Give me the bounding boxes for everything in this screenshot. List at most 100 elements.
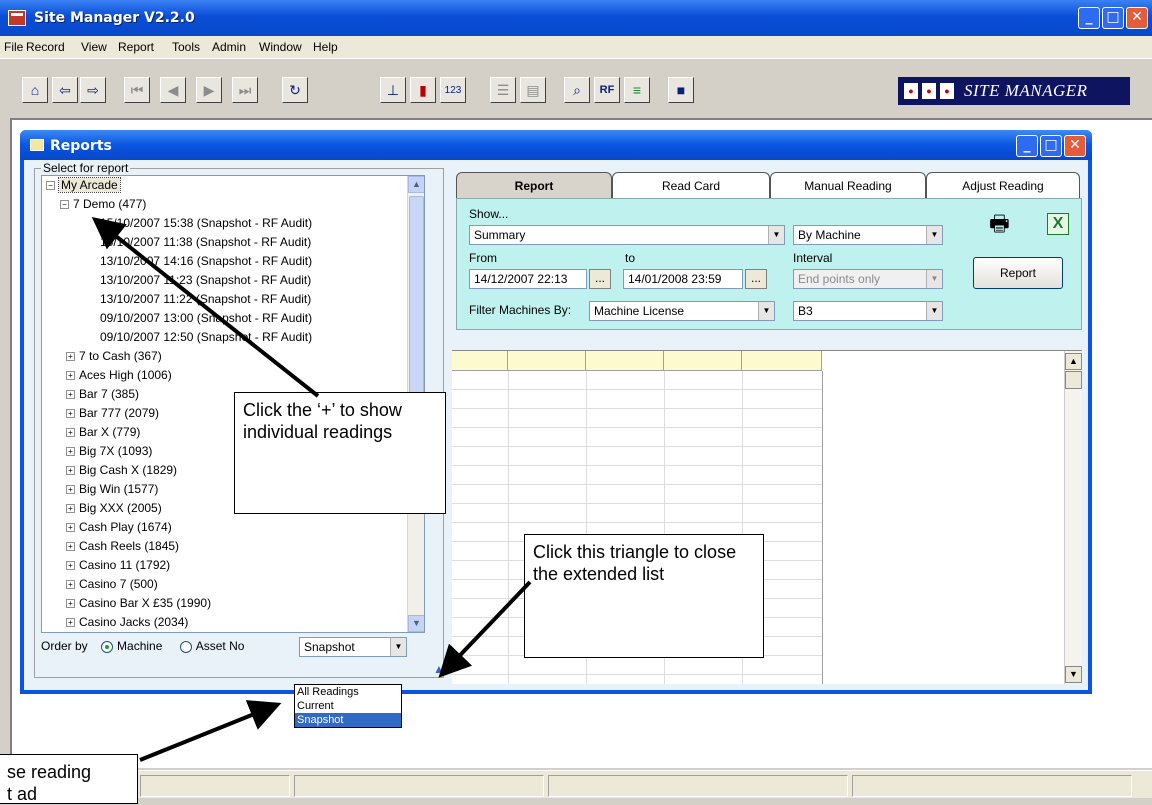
menu-report[interactable]: Report xyxy=(118,40,154,54)
to-date-picker-button[interactable]: ... xyxy=(745,269,767,289)
chevron-down-icon[interactable]: ▼ xyxy=(758,302,774,320)
machine-item[interactable]: + Bar X (779) xyxy=(66,423,140,442)
card-icon[interactable]: ▮ xyxy=(410,77,436,103)
maximize-button[interactable]: □ xyxy=(1102,7,1124,29)
from-date-picker-button[interactable]: ... xyxy=(589,269,611,289)
reading-item[interactable]: 15/10/2007 15:38 (Snapshot - RF Audit) xyxy=(100,214,312,233)
expand-icon[interactable]: + xyxy=(66,618,75,628)
from-date-field[interactable]: 14/12/2007 22:13 xyxy=(469,269,587,289)
reading-type-dropdown[interactable]: All Readings Current Snapshot xyxy=(294,684,402,728)
reading-item[interactable]: 13/10/2007 11:23 (Snapshot - RF Audit) xyxy=(100,271,311,290)
excel-icon[interactable]: X xyxy=(1047,213,1069,235)
reports-maximize-button[interactable]: □ xyxy=(1040,135,1062,157)
menu-help[interactable]: Help xyxy=(313,40,338,54)
forward-icon[interactable]: ⇨ xyxy=(80,77,106,103)
rf-icon[interactable]: RF xyxy=(594,77,620,103)
chevron-down-icon[interactable]: ▼ xyxy=(926,270,942,288)
scroll-down-icon[interactable]: ▼ xyxy=(408,615,424,632)
machine-item[interactable]: + Casino Bar X £35 (1990) xyxy=(66,594,211,613)
machine-item[interactable]: + Casino 7 (500) xyxy=(66,575,158,594)
reports-close-button[interactable]: ✕ xyxy=(1064,135,1086,157)
collapse-icon[interactable]: − xyxy=(60,200,69,210)
dropdown-option-snapshot[interactable]: Snapshot xyxy=(295,713,401,727)
scroll-thumb[interactable] xyxy=(1065,371,1082,389)
expand-icon[interactable]: + xyxy=(66,599,75,609)
expand-icon[interactable]: + xyxy=(66,352,75,362)
menu-admin[interactable]: Admin xyxy=(212,40,246,54)
machine-item[interactable]: + Big XXX (2005) xyxy=(66,499,162,518)
grid-header-cell[interactable] xyxy=(452,351,508,371)
expand-icon[interactable]: + xyxy=(66,580,75,590)
scroll-up-icon[interactable]: ▲ xyxy=(1065,353,1082,370)
refresh-icon[interactable]: ↻ xyxy=(282,77,308,103)
machine-item[interactable]: + Cash Reels (1845) xyxy=(66,537,179,556)
grid-header-cell[interactable] xyxy=(586,351,664,371)
reading-item[interactable]: 09/10/2007 12:50 (Snapshot - RF Audit) xyxy=(100,328,312,347)
reading-type-select[interactable]: Snapshot ▼ xyxy=(299,637,407,657)
chevron-down-icon[interactable]: ▼ xyxy=(926,302,942,320)
menu-tools[interactable]: Tools xyxy=(172,40,200,54)
machine-item[interactable]: +7 to Cash (367) xyxy=(66,347,162,366)
collapse-list-triangle-icon[interactable]: ▲ xyxy=(433,663,447,675)
grid-scrollbar[interactable]: ▲ ▼ xyxy=(1064,351,1082,684)
meters-icon[interactable]: ⊥ xyxy=(380,77,406,103)
tab-read-card[interactable]: Read Card xyxy=(612,172,770,198)
expand-icon[interactable]: + xyxy=(66,466,75,476)
expand-icon[interactable]: + xyxy=(66,485,75,495)
reading-item[interactable]: 15/10/2007 11:38 (Snapshot - RF Audit) xyxy=(100,233,311,252)
grid-header-cell[interactable] xyxy=(664,351,742,371)
machine-item[interactable]: + Aces High (1006) xyxy=(66,366,172,385)
interval-select[interactable]: End points only ▼ xyxy=(793,269,943,289)
order-asset-radio[interactable]: Asset No xyxy=(179,639,244,653)
expand-icon[interactable]: + xyxy=(66,523,75,533)
filter-parameter-select[interactable]: B3 ▼ xyxy=(793,301,943,321)
prev-record-icon[interactable]: ◀ xyxy=(160,77,186,103)
numbers-icon[interactable]: 123 xyxy=(440,77,466,103)
reading-item[interactable]: 09/10/2007 13:00 (Snapshot - RF Audit) xyxy=(100,309,312,328)
expand-icon[interactable]: + xyxy=(66,409,75,419)
filter-machines-select[interactable]: Machine License ▼ xyxy=(589,301,775,321)
machine-item[interactable]: + Cash Play (1674) xyxy=(66,518,172,537)
tab-adjust-reading[interactable]: Adjust Reading xyxy=(926,172,1080,198)
home-icon[interactable]: ⌂ xyxy=(22,77,48,103)
radio-selected-icon[interactable] xyxy=(101,640,114,653)
reading-item[interactable]: 13/10/2007 11:22 (Snapshot - RF Audit) xyxy=(100,290,311,309)
tab-report[interactable]: Report xyxy=(456,172,612,200)
expand-icon[interactable]: + xyxy=(66,561,75,571)
last-record-icon[interactable]: ⏭ xyxy=(232,77,258,103)
report-button[interactable]: Report xyxy=(973,257,1063,289)
dropdown-option-all[interactable]: All Readings xyxy=(295,685,401,699)
menu-file[interactable]: File xyxy=(4,40,23,54)
chevron-down-icon[interactable]: ▼ xyxy=(390,638,406,656)
machine-item[interactable]: + Bar 777 (2079) xyxy=(66,404,159,423)
scroll-up-icon[interactable]: ▲ xyxy=(408,176,424,193)
expand-icon[interactable]: + xyxy=(66,428,75,438)
first-record-icon[interactable]: ⏮ xyxy=(124,77,150,103)
export-icon[interactable]: ▤ xyxy=(520,77,546,103)
chevron-down-icon[interactable]: ▼ xyxy=(768,226,784,244)
machine-item[interactable]: + Big Cash X (1829) xyxy=(66,461,177,480)
database-icon[interactable]: ☰ xyxy=(490,77,516,103)
expand-icon[interactable]: + xyxy=(66,542,75,552)
expand-icon[interactable]: + xyxy=(66,371,75,381)
reports-minimize-button[interactable]: _ xyxy=(1016,135,1038,157)
scroll-down-icon[interactable]: ▼ xyxy=(1065,666,1082,683)
tree-root[interactable]: − My Arcade xyxy=(46,176,121,195)
expand-icon[interactable]: + xyxy=(66,504,75,514)
expand-icon[interactable]: + xyxy=(66,447,75,457)
back-icon[interactable]: ⇦ xyxy=(52,77,78,103)
chevron-down-icon[interactable]: ▼ xyxy=(926,226,942,244)
machine-item[interactable]: + Bar 7 (385) xyxy=(66,385,139,404)
tree-node-expanded[interactable]: −7 Demo (477) xyxy=(60,195,146,214)
radio-icon[interactable] xyxy=(179,640,192,653)
to-date-field[interactable]: 14/01/2008 23:59 xyxy=(623,269,743,289)
machine-item[interactable]: + Casino Jacks (2034) xyxy=(66,613,188,632)
order-machine-radio[interactable]: Machine xyxy=(101,639,162,653)
show-select[interactable]: Summary ▼ xyxy=(469,225,785,245)
expand-icon[interactable]: + xyxy=(66,390,75,400)
search-icon[interactable]: ⌕ xyxy=(564,77,590,103)
tab-manual-reading[interactable]: Manual Reading xyxy=(770,172,926,198)
dropdown-option-current[interactable]: Current xyxy=(295,699,401,713)
next-record-icon[interactable]: ▶ xyxy=(196,77,222,103)
machine-item[interactable]: + Casino 11 (1792) xyxy=(66,556,170,575)
